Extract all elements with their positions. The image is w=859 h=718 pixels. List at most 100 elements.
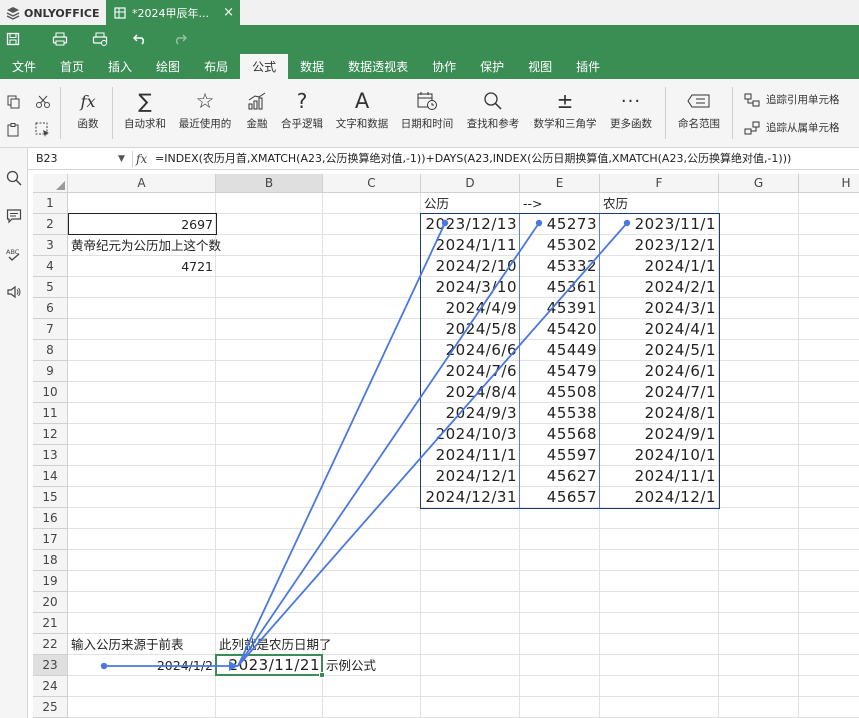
row-header[interactable]: 8 — [33, 340, 68, 361]
row-header[interactable]: 7 — [33, 319, 68, 340]
table-header-cell[interactable]: 农历 — [600, 193, 719, 214]
select-all-button[interactable] — [32, 119, 54, 141]
row-header[interactable]: 9 — [33, 361, 68, 382]
financial-chart-icon — [248, 92, 266, 110]
column-header[interactable]: B — [216, 174, 323, 193]
document-tab[interactable]: *2024甲辰年... × — [106, 0, 240, 25]
column-header[interactable]: H — [799, 174, 859, 193]
main-menu: 文件 首页 插入 绘图 布局 公式 数据 数据透视表 协作 保护 视图 插件 — [0, 54, 612, 79]
cut-button[interactable] — [32, 91, 54, 113]
cell-a4[interactable]: 4721 — [68, 256, 216, 277]
select-all-corner[interactable] — [33, 174, 68, 193]
formula-bar: B23 ▼ fx =INDEX(农历月首,XMATCH(A23,公历换算绝对值,… — [28, 148, 859, 170]
row-header[interactable]: 24 — [33, 676, 68, 697]
row-header[interactable]: 11 — [33, 403, 68, 424]
menu-item[interactable]: 协作 — [420, 54, 468, 79]
row-header[interactable]: 4 — [33, 256, 68, 277]
autosum-label: 自动求和 — [124, 118, 166, 130]
financial-button[interactable]: 金融 — [242, 87, 272, 143]
logical-button[interactable]: ? 合乎逻辑 — [278, 87, 326, 143]
chevron-down-icon[interactable]: ▼ — [118, 150, 125, 168]
text-data-button[interactable]: A 文字和数据 — [333, 87, 391, 143]
more-functions-button[interactable]: ··· 更多函数 — [606, 87, 656, 143]
row-header[interactable]: 16 — [33, 508, 68, 529]
row-header[interactable]: 18 — [33, 550, 68, 571]
row-header[interactable]: 1 — [33, 193, 68, 214]
menu-item[interactable]: 文件 — [0, 54, 48, 79]
sigma-icon: ∑ — [138, 89, 152, 113]
title-bar: ONLYOFFICE *2024甲辰年... × — [0, 0, 859, 25]
table-header-cell[interactable]: 公历 — [421, 193, 520, 214]
menu-item[interactable]: 绘图 — [144, 54, 192, 79]
menu-item[interactable]: 保护 — [468, 54, 516, 79]
lookup-reference-button[interactable]: 查找和参考 — [464, 87, 522, 143]
column-header[interactable]: G — [719, 174, 799, 193]
menu-item[interactable]: 插件 — [564, 54, 612, 79]
fill-handle[interactable] — [319, 672, 325, 678]
save-button[interactable] — [0, 25, 26, 53]
row-header[interactable]: 10 — [33, 382, 68, 403]
table-header-cell[interactable]: --> — [520, 193, 600, 214]
column-header[interactable]: D — [421, 174, 520, 193]
row-header[interactable]: 3 — [33, 235, 68, 256]
menu-item[interactable]: 布局 — [192, 54, 240, 79]
date-time-button[interactable]: 日期和时间 — [398, 87, 456, 143]
quick-print-button[interactable] — [80, 25, 120, 53]
print-button[interactable] — [40, 25, 80, 53]
cell-a3[interactable]: 黄帝纪元为公历加上这个数 — [68, 235, 221, 256]
undo-button[interactable] — [120, 25, 160, 53]
row-header[interactable]: 23 — [33, 655, 68, 676]
row-header[interactable]: 19 — [33, 571, 68, 592]
row-header[interactable]: 13 — [33, 445, 68, 466]
column-header[interactable]: E — [520, 174, 600, 193]
cell-name-box[interactable]: B23 — [32, 150, 132, 168]
paste-button[interactable] — [3, 119, 25, 141]
column-header[interactable]: F — [600, 174, 719, 193]
copy-button[interactable] — [3, 91, 25, 113]
row-header[interactable]: 14 — [33, 466, 68, 487]
column-header[interactable]: C — [323, 174, 421, 193]
row-header[interactable]: 22 — [33, 634, 68, 655]
search-button[interactable] — [4, 168, 24, 188]
recently-used-label: 最近使用的 — [178, 118, 232, 130]
menu-item[interactable]: 首页 — [48, 54, 96, 79]
formula-input[interactable]: =INDEX(农历月首,XMATCH(A23,公历换算绝对值,-1))+DAYS… — [155, 150, 791, 168]
row-header[interactable]: 12 — [33, 424, 68, 445]
cell-a23[interactable]: 2024/1/2 — [68, 655, 216, 676]
more-dots-icon: ··· — [620, 90, 642, 112]
feedback-button[interactable] — [4, 282, 24, 302]
comments-button[interactable] — [4, 206, 24, 226]
column-header[interactable]: A — [68, 174, 216, 193]
cell-b22[interactable]: 此列就是农历日期了 — [216, 634, 332, 655]
recently-used-button[interactable]: ☆ 最近使用的 — [176, 87, 234, 143]
math-trig-button[interactable]: ± 数学和三角学 — [530, 87, 600, 143]
row-header[interactable]: 20 — [33, 592, 68, 613]
cell-c23[interactable]: 示例公式 — [323, 655, 421, 676]
menu-item[interactable]: 公式 — [240, 54, 289, 79]
close-tab-icon[interactable]: × — [223, 5, 234, 20]
ribbon-separator — [112, 87, 113, 139]
trace-precedents-button[interactable]: 追踪引用单元格 — [744, 92, 840, 107]
cell-a22[interactable]: 输入公历来源于前表 — [68, 634, 216, 655]
row-header[interactable]: 5 — [33, 277, 68, 298]
trace-dependents-button[interactable]: 追踪从属单元格 — [744, 120, 840, 135]
menu-item[interactable]: 数据透视表 — [336, 54, 420, 79]
row-header[interactable]: 2 — [33, 214, 68, 235]
redo-button[interactable] — [160, 25, 200, 53]
autosum-button[interactable]: ∑ 自动求和 — [121, 87, 169, 143]
row-header[interactable]: 25 — [33, 697, 68, 718]
spreadsheet-grid[interactable]: A B C D E F G H 1 2 3 4 5 6 7 8 9 10 11 12 13 14 15 16 17 18 19 20 2… — [33, 174, 859, 718]
named-range-button[interactable]: 命名范围 — [675, 87, 723, 143]
menu-item[interactable]: 数据 — [288, 54, 336, 79]
menu-item[interactable]: 视图 — [516, 54, 564, 79]
insert-function-button[interactable]: fx 函数 — [72, 87, 104, 143]
insert-function-icon[interactable]: fx — [136, 150, 147, 168]
spellcheck-button[interactable]: ABC — [4, 244, 24, 264]
menu-item[interactable]: 插入 — [96, 54, 144, 79]
row-header[interactable]: 15 — [33, 487, 68, 508]
row-header[interactable]: 21 — [33, 613, 68, 634]
cell-a2[interactable]: 2697 — [68, 214, 216, 235]
row-header[interactable]: 17 — [33, 529, 68, 550]
calendar-clock-icon — [417, 92, 437, 110]
row-header[interactable]: 6 — [33, 298, 68, 319]
